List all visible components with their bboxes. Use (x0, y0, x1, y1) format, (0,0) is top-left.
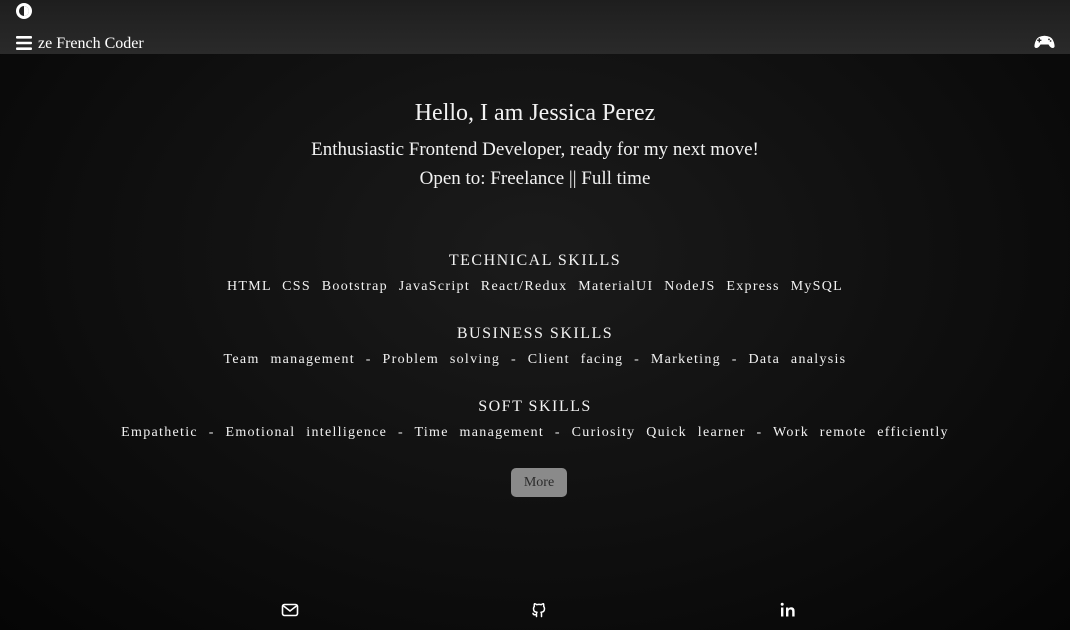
hero-tagline: Enthusiastic Frontend Developer, ready f… (311, 139, 759, 160)
soft-skills-list: Empathetic - Emotional intelligence - Ti… (121, 425, 949, 440)
technical-skills-list: HTML CSS Bootstrap JavaScript React/Redu… (227, 279, 843, 294)
soft-skills-heading: SOFT SKILLS (478, 398, 592, 415)
top-navbar: ze French Coder (0, 0, 1070, 54)
hero-greeting: Hello, I am Jessica Perez (414, 100, 656, 126)
email-icon[interactable] (281, 601, 299, 619)
skills-section: TECHNICAL SKILLS HTML CSS Bootstrap Java… (0, 250, 1070, 469)
business-skills-list: Team management - Problem solving - Clie… (223, 352, 847, 367)
brand-title[interactable]: ze French Coder (38, 34, 144, 54)
technical-skills-heading: TECHNICAL SKILLS (448, 252, 622, 269)
linkedin-icon[interactable] (779, 601, 797, 619)
hero-open-to: Open to: Freelance || Full time (419, 168, 651, 189)
menu-icon[interactable] (16, 35, 32, 51)
game-controller-icon[interactable] (1034, 33, 1055, 51)
soft-skills-block: SOFT SKILLS Empathetic - Emotional intel… (0, 396, 1070, 469)
more-button[interactable]: More (511, 468, 567, 497)
hero-section: Hello, I am Jessica Perez Enthusiastic F… (0, 98, 1070, 192)
business-skills-block: BUSINESS SKILLS Team management - Proble… (0, 323, 1070, 396)
github-icon[interactable] (530, 601, 548, 619)
theme-toggle-icon[interactable] (15, 2, 33, 20)
business-skills-heading: BUSINESS SKILLS (456, 325, 614, 342)
technical-skills-block: TECHNICAL SKILLS HTML CSS Bootstrap Java… (0, 250, 1070, 323)
